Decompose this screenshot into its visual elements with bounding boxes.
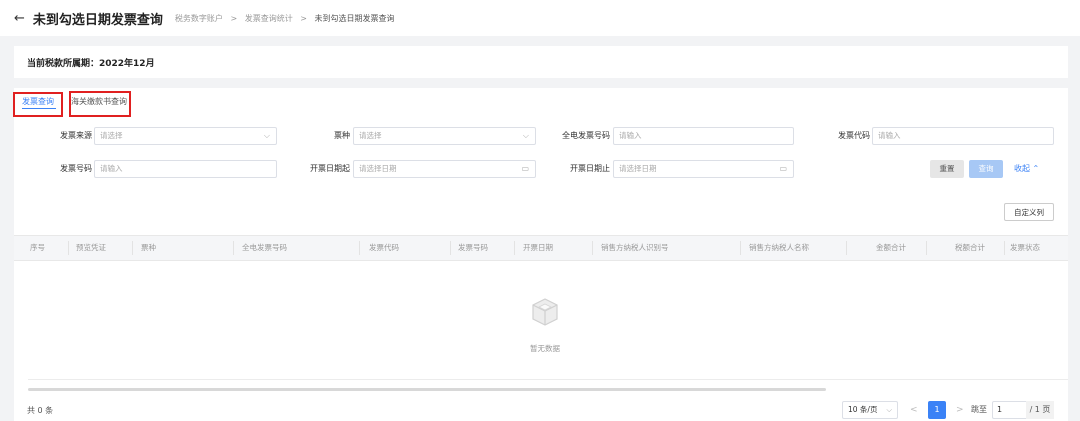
invoice-code-input[interactable]: 请输入	[872, 127, 1054, 145]
invoice-code-label: 发票代码	[838, 131, 870, 140]
reset-button[interactable]: 重置	[930, 160, 964, 178]
breadcrumb-sep: >	[230, 13, 238, 23]
jump-page-input[interactable]: 1	[992, 401, 1028, 419]
main-panel: 发票查询 海关缴款书查询 发票来源 请选择 ⌵ 票种 请选择 ⌵ 全电发票号码 …	[13, 88, 1068, 421]
invoice-source-placeholder: 请选择	[100, 131, 123, 140]
highlight-box-tab2	[69, 91, 131, 117]
invoice-no-placeholder: 请输入	[100, 164, 123, 173]
total-pages: / 1 页	[1026, 401, 1054, 419]
empty-box-icon	[532, 298, 558, 326]
date-end-picker[interactable]: 请选择日期 ▭	[613, 160, 794, 178]
column-header-index: 序号	[30, 243, 45, 252]
collapse-toggle[interactable]: 收起 ⌃	[1014, 160, 1039, 178]
next-page-button[interactable]: >	[956, 401, 964, 419]
table-header: 序号 预览凭证 票种 全电发票号码 发票代码 发票号码 开票日期 销售方纳税人识…	[14, 235, 1068, 261]
chevron-up-icon: ⌃	[1032, 164, 1040, 173]
column-divider	[233, 241, 234, 255]
calendar-icon: ▭	[779, 164, 787, 173]
breadcrumb: 税务数字账户 > 发票查询统计 > 未到勾选日期发票查询	[175, 13, 395, 24]
invoice-no-input[interactable]: 请输入	[94, 160, 277, 178]
column-header-seller-tax-id: 销售方纳税人识别号	[601, 243, 669, 252]
page-number-current[interactable]: 1	[928, 401, 946, 419]
column-header-preview: 预览凭证	[76, 243, 106, 252]
column-header-invoice-no: 发票号码	[458, 243, 488, 252]
tax-period-bar: 当前税款所属期：2022年12月	[14, 46, 1068, 78]
column-divider	[514, 241, 515, 255]
full-elec-no-label: 全电发票号码	[562, 131, 610, 140]
invoice-source-select[interactable]: 请选择 ⌵	[94, 127, 277, 145]
column-divider	[68, 241, 69, 255]
invoice-code-placeholder: 请输入	[878, 131, 901, 140]
column-divider	[592, 241, 593, 255]
page-title: 未到勾选日期发票查询	[32, 12, 163, 28]
horizontal-scrollbar[interactable]	[28, 388, 826, 391]
table-bottom-divider	[28, 379, 1068, 380]
column-divider	[740, 241, 741, 255]
calendar-icon: ▭	[521, 164, 529, 173]
page-size-value: 10 条/页	[848, 405, 878, 414]
breadcrumb-sep: >	[300, 13, 307, 23]
column-divider	[359, 241, 360, 255]
column-divider	[926, 241, 927, 255]
column-header-status: 发票状态	[1010, 243, 1040, 252]
ticket-type-label: 票种	[334, 131, 350, 140]
column-divider	[846, 241, 847, 255]
column-divider	[1004, 241, 1005, 255]
breadcrumb-item-stats[interactable]: 发票查询统计	[245, 14, 293, 23]
date-start-label: 开票日期起	[310, 164, 350, 173]
tax-period-text: 当前税款所属期：2022年12月	[27, 58, 155, 69]
breadcrumb-item-current: 未到勾选日期发票查询	[314, 13, 395, 23]
ticket-type-placeholder: 请选择	[359, 131, 382, 140]
total-count: 共 0 条	[27, 406, 54, 415]
column-divider	[450, 241, 451, 255]
ticket-type-select[interactable]: 请选择 ⌵	[353, 127, 536, 145]
breadcrumb-item-account[interactable]: 税务数字账户	[175, 14, 223, 23]
column-header-seller-name: 销售方纳税人名称	[749, 243, 809, 252]
invoice-no-label: 发票号码	[60, 164, 92, 173]
column-header-full-elec-no: 全电发票号码	[242, 243, 287, 252]
column-header-ticket-type: 票种	[141, 243, 156, 252]
date-end-placeholder: 请选择日期	[619, 164, 657, 173]
chevron-down-icon: ⌵	[886, 405, 892, 414]
empty-state-text: 暂无数据	[530, 344, 560, 353]
page-size-select[interactable]: 10 条/页 ⌵	[842, 401, 898, 419]
highlight-box-tab1	[13, 92, 63, 117]
date-end-label: 开票日期止	[570, 164, 610, 173]
date-start-placeholder: 请选择日期	[359, 164, 397, 173]
column-header-invoice-code: 发票代码	[369, 243, 399, 252]
chevron-down-icon: ⌵	[522, 131, 529, 140]
collapse-label: 收起	[1014, 164, 1030, 173]
prev-page-button[interactable]: <	[910, 401, 918, 419]
jump-label: 跳至	[971, 405, 987, 414]
full-elec-no-placeholder: 请输入	[619, 131, 642, 140]
column-header-amount-total: 金额合计	[876, 243, 906, 252]
back-arrow-icon[interactable]: ←	[14, 11, 25, 26]
column-divider	[132, 241, 133, 255]
full-elec-no-input[interactable]: 请输入	[613, 127, 794, 145]
custom-columns-button[interactable]: 自定义列	[1004, 203, 1054, 221]
chevron-down-icon: ⌵	[263, 131, 270, 140]
query-button[interactable]: 查询	[969, 160, 1003, 178]
invoice-source-label: 发票来源	[60, 131, 92, 140]
date-start-picker[interactable]: 请选择日期 ▭	[353, 160, 536, 178]
column-header-issue-date: 开票日期	[523, 243, 553, 252]
top-bar: ← 未到勾选日期发票查询 税务数字账户 > 发票查询统计 > 未到勾选日期发票查…	[0, 0, 1080, 36]
column-header-tax-total: 税额合计	[955, 243, 985, 252]
